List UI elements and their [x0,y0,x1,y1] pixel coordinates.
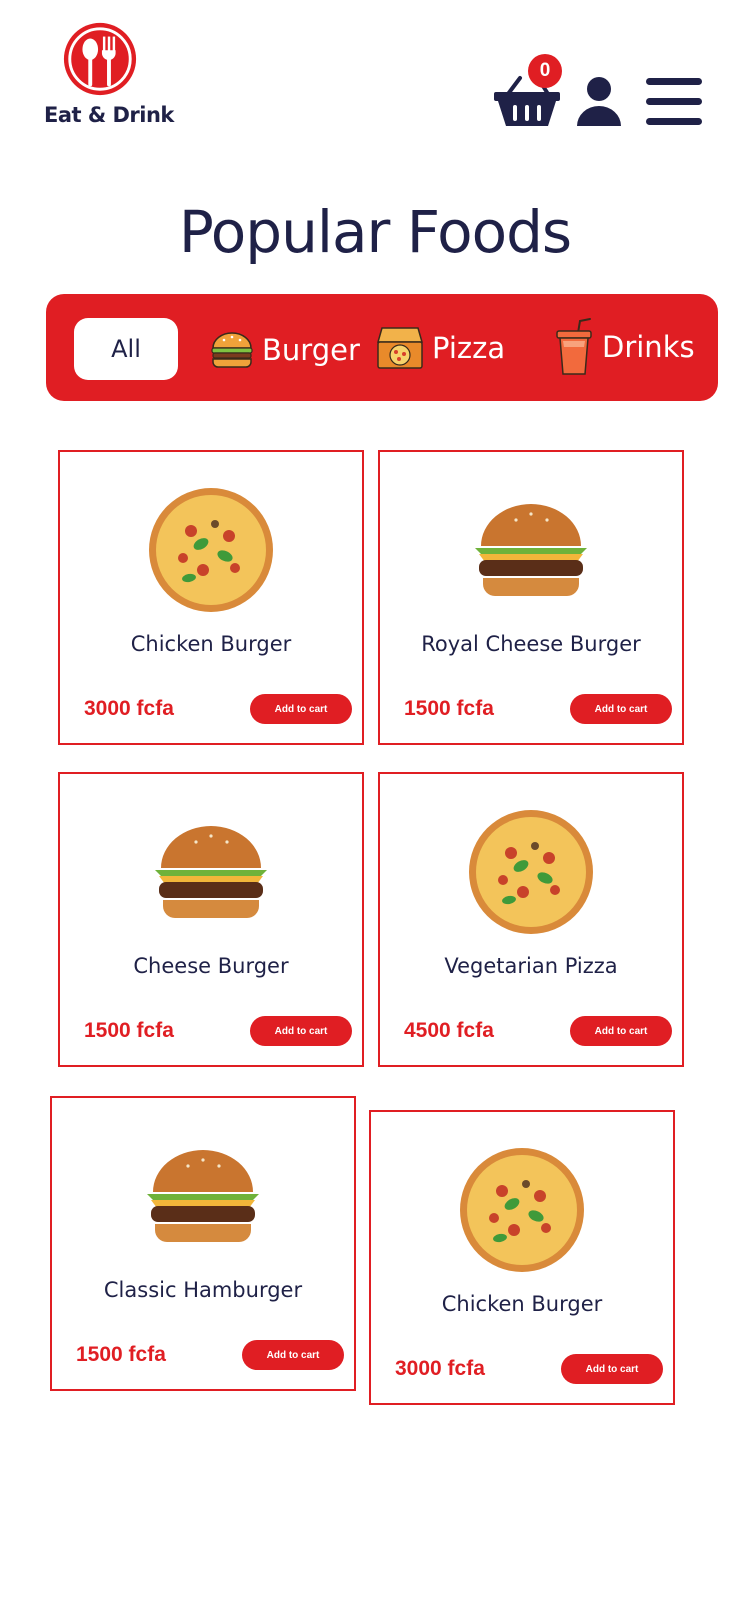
page-title: Popular Foods [178,198,572,266]
food-card[interactable]: Royal Cheese Burger 1500 fcfa Add to car… [378,450,684,745]
burger-image [475,504,587,596]
brand-logo[interactable]: Eat & Drink [44,20,174,127]
food-name: Cheese Burger [133,954,289,978]
add-to-cart-button[interactable]: Add to cart [561,1354,663,1384]
food-name: Classic Hamburger [103,1278,303,1302]
category-tab-pizza[interactable]: Pizza [376,320,505,376]
food-price: 3000 fcfa [395,1357,485,1380]
category-tab-burger[interactable]: Burger [210,322,360,378]
food-price: 1500 fcfa [404,697,494,720]
add-to-cart-button[interactable]: Add to cart [570,694,672,724]
food-price: 3000 fcfa [84,697,174,720]
food-card[interactable]: Chicken Burger 3000 fcfa Add to cart [369,1110,675,1405]
food-name: Vegetarian Pizza [444,954,618,978]
drink-cup-icon [556,318,592,375]
burger-image [147,1150,259,1242]
category-tab-all[interactable]: All [74,318,178,380]
hamburger-menu-button[interactable] [646,78,702,126]
category-label: All [111,335,141,363]
food-price: 1500 fcfa [84,1019,174,1042]
user-account-button[interactable] [576,76,622,128]
add-to-cart-button[interactable]: Add to cart [242,1340,344,1370]
category-tab-drinks[interactable]: Drinks [554,312,695,382]
cart-button[interactable]: 0 [494,50,562,128]
burger-icon [211,332,253,368]
food-name: Chicken Burger [130,632,292,656]
pizza-image [460,1148,584,1272]
brand-name: Eat & Drink [44,103,174,127]
food-price: 4500 fcfa [404,1019,494,1042]
pizza-image [149,488,273,612]
hamburger-menu-icon [646,78,702,125]
add-to-cart-button[interactable]: Add to cart [250,1016,352,1046]
pizza-image [469,810,593,934]
spoon-fork-icon [63,22,137,96]
category-label: Drinks [602,330,695,364]
category-label: Burger [262,333,360,367]
pizza-box-icon [377,327,423,369]
food-card[interactable]: Chicken Burger 3000 fcfa Add to cart [58,450,364,745]
cart-count-badge: 0 [528,54,562,88]
food-price: 1500 fcfa [76,1343,166,1366]
category-filter-bar: All Burger Pizza Drinks [46,294,718,401]
user-icon [577,77,621,126]
add-to-cart-button[interactable]: Add to cart [570,1016,672,1046]
add-to-cart-button[interactable]: Add to cart [250,694,352,724]
category-label: Pizza [432,331,506,365]
food-name: Chicken Burger [441,1292,603,1316]
food-card[interactable]: Cheese Burger 1500 fcfa Add to cart [58,772,364,1067]
food-card[interactable]: Vegetarian Pizza 4500 fcfa Add to cart [378,772,684,1067]
burger-image [155,826,267,918]
food-card[interactable]: Classic Hamburger 1500 fcfa Add to cart [50,1096,356,1391]
food-name: Royal Cheese Burger [421,632,641,656]
